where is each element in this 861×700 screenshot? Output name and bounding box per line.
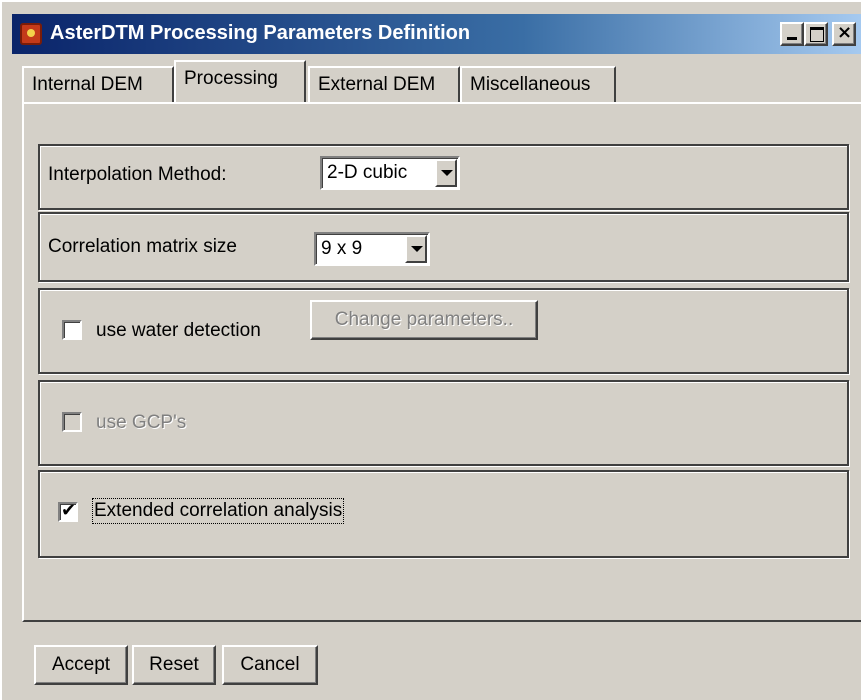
extended-correlation-label[interactable]: Extended correlation analysis	[91, 498, 345, 524]
tab-label: External DEM	[318, 74, 436, 95]
use-gcps-checkbox[interactable]	[62, 412, 82, 432]
minimize-button[interactable]	[780, 22, 804, 46]
gcps-group: use GCP's	[38, 380, 849, 466]
tab-internal-dem[interactable]: Internal DEM	[22, 66, 174, 102]
dialog-window: AsterDTM Processing Parameters Definitio…	[0, 0, 861, 700]
interpolation-label: Interpolation Method:	[48, 164, 227, 185]
tab-label: Miscellaneous	[470, 74, 591, 95]
tab-miscellaneous[interactable]: Miscellaneous	[460, 66, 616, 102]
interpolation-group: Interpolation Method: 2-D cubic	[38, 144, 849, 210]
maximize-button[interactable]	[804, 22, 828, 46]
tab-label: Processing	[184, 68, 278, 89]
change-parameters-button[interactable]: Change parameters..	[310, 300, 538, 340]
extended-correlation-checkbox[interactable]: ✔	[58, 500, 78, 522]
checkmark-icon: ✔	[61, 500, 77, 521]
close-button[interactable]: ×	[832, 22, 856, 46]
interpolation-select[interactable]: 2-D cubic	[320, 156, 460, 190]
reset-button[interactable]: Reset	[132, 645, 216, 685]
window-title: AsterDTM Processing Parameters Definitio…	[50, 22, 471, 44]
water-detection-label[interactable]: use water detection	[96, 320, 261, 342]
water-detection-checkbox[interactable]	[62, 320, 82, 340]
close-icon: ×	[837, 22, 853, 43]
interpolation-value: 2-D cubic	[327, 162, 408, 183]
tab-external-dem[interactable]: External DEM	[308, 66, 460, 102]
correlation-label: Correlation matrix size	[48, 236, 237, 257]
tab-label: Internal DEM	[32, 74, 143, 95]
extended-correlation-group: ✔ Extended correlation analysis	[38, 470, 849, 558]
tab-processing[interactable]: Processing	[174, 60, 306, 102]
correlation-value: 9 x 9	[321, 238, 363, 259]
accept-button[interactable]: Accept	[34, 645, 128, 685]
correlation-select[interactable]: 9 x 9	[314, 232, 430, 266]
chevron-down-icon[interactable]	[405, 235, 427, 263]
title-bar[interactable]: AsterDTM Processing Parameters Definitio…	[12, 14, 861, 54]
water-detection-group: use water detection Change parameters..	[38, 288, 849, 374]
use-gcps-label: use GCP's	[96, 412, 187, 433]
correlation-group: Correlation matrix size 9 x 9	[38, 212, 849, 282]
chevron-down-icon[interactable]	[435, 159, 457, 187]
cancel-button[interactable]: Cancel	[222, 645, 318, 685]
app-icon[interactable]	[20, 23, 42, 45]
